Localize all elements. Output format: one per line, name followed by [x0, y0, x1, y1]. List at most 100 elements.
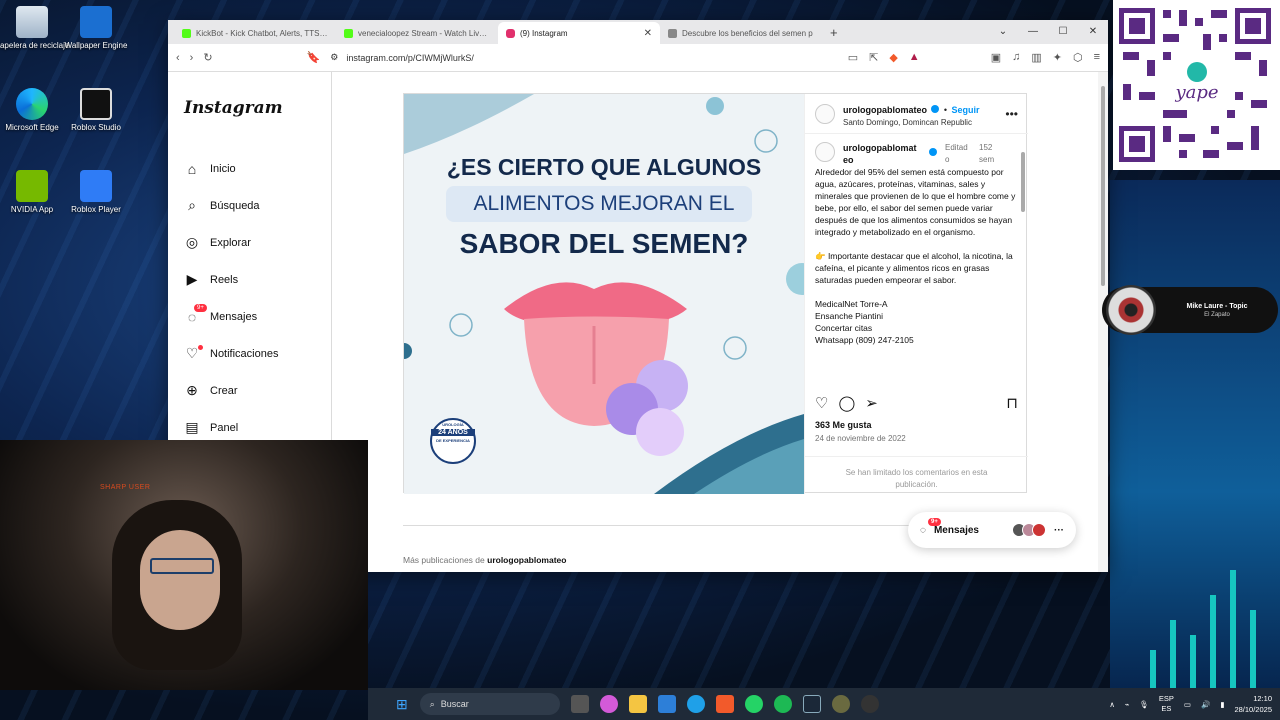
- webcam-overlay-text: SHARP USER: [100, 484, 151, 491]
- reload-icon[interactable]: ↻: [203, 51, 212, 64]
- edited-label: Editad o: [945, 143, 968, 164]
- share-icon[interactable]: ⇱: [869, 51, 878, 64]
- language-indicator[interactable]: ESP ES: [1159, 694, 1174, 714]
- steam-icon[interactable]: [802, 695, 821, 713]
- track-title: Mike Laure - Topic: [1186, 302, 1248, 310]
- brave-shield-icon[interactable]: ◆: [889, 51, 897, 64]
- home-icon: ⌂: [187, 160, 197, 177]
- mic-icon[interactable]: 🎙: [1139, 700, 1149, 709]
- vpn-icon[interactable]: ⬡: [1073, 51, 1083, 64]
- bookmark-icon[interactable]: 🔖: [307, 51, 321, 64]
- more-icon[interactable]: ···: [1054, 525, 1064, 536]
- cast-icon[interactable]: ▭: [848, 51, 858, 64]
- new-tab-button[interactable]: +: [822, 25, 846, 44]
- whatsapp-icon[interactable]: [744, 695, 763, 713]
- extensions-icon[interactable]: ✦: [1053, 51, 1062, 64]
- nav-busqueda[interactable]: ⌕ Búsqueda: [168, 187, 331, 224]
- rewards-icon[interactable]: ▲: [909, 51, 920, 64]
- post-image[interactable]: ¿ES CIERTO QUE ALGUNOS ALIMENTOS MEJORAN…: [404, 94, 804, 494]
- chevron-down-icon[interactable]: ⌄: [988, 20, 1018, 44]
- post-title-line-1: ¿ES CIERTO QUE ALGUNOS: [446, 154, 762, 180]
- file-explorer-icon[interactable]: [628, 695, 647, 713]
- like-count[interactable]: 363 Me gusta: [815, 420, 872, 430]
- nav-explorar[interactable]: ◎ Explorar: [168, 224, 331, 261]
- window-controls: ⌄ — ☐ ✕: [988, 20, 1108, 44]
- chart-icon: ▤: [185, 419, 199, 435]
- site-info-icon[interactable]: ⚙: [330, 52, 338, 63]
- nav-inicio[interactable]: ⌂ Inicio: [168, 150, 331, 187]
- sidebar-icon[interactable]: ▥: [1031, 51, 1041, 64]
- network-icon[interactable]: ⌁: [1125, 700, 1130, 709]
- tab-kickbot[interactable]: KickBot - Kick Chatbot, Alerts, TTS, O: [174, 22, 336, 44]
- caption-line: Whatsapp (809) 247-2105: [815, 335, 914, 345]
- volume-icon[interactable]: 🔊: [1201, 700, 1210, 709]
- music-icon[interactable]: ♫: [1012, 51, 1020, 64]
- caption-author[interactable]: urologopablomat eo: [843, 142, 921, 166]
- reels-icon: ▶: [186, 271, 198, 287]
- caption-line: Concertar citas: [815, 323, 873, 333]
- task-view-icon[interactable]: [570, 695, 589, 713]
- app-icon[interactable]: [860, 695, 879, 713]
- comment-icon[interactable]: ◯: [838, 394, 855, 412]
- display-icon[interactable]: ▭: [1184, 700, 1191, 709]
- spotify-icon[interactable]: [773, 695, 792, 713]
- messages-pill[interactable]: ◌ 9+ Mensajes ···: [908, 512, 1076, 548]
- post-header: urologopablomateo • Seguir Santo Domingo…: [805, 94, 1028, 134]
- taskbar: ⊞ ⌕ Buscar ∧ ⌁ 🎙 ESP ES ▭ 🔊 ▮ 12:10 28/10/2…: [368, 688, 1280, 720]
- minimize-button[interactable]: —: [1018, 20, 1048, 44]
- edge-icon[interactable]: [686, 695, 705, 713]
- desktop-icon-wallpaper-engine[interactable]: Wallpaper Engine: [56, 6, 136, 51]
- notification-dot: [198, 345, 203, 350]
- follow-button[interactable]: Seguir: [952, 105, 980, 115]
- close-button[interactable]: ✕: [1078, 20, 1108, 44]
- nav-notificaciones[interactable]: ♡ Notificaciones: [168, 335, 331, 372]
- tab-descubre[interactable]: Descubre los beneficios del semen p: [660, 22, 822, 44]
- track-subtitle: El Zapato: [1204, 311, 1230, 318]
- back-icon[interactable]: ‹: [176, 52, 180, 64]
- post-age: 152 sem: [979, 143, 995, 164]
- instagram-logo[interactable]: Instagram: [168, 72, 331, 150]
- maximize-button[interactable]: ☐: [1048, 20, 1078, 44]
- caption-paragraph: 👉 Importante destacar que el alcohol, la…: [815, 251, 1013, 285]
- like-icon[interactable]: ♡: [815, 394, 828, 412]
- caption-scrollbar[interactable]: [1020, 142, 1026, 382]
- author-username[interactable]: urologopablomateo: [843, 105, 927, 115]
- yape-logo: yape: [1174, 82, 1218, 103]
- more-publications-user[interactable]: urologopablomateo: [487, 555, 566, 565]
- caption-line: Ensanche Piantini: [815, 311, 884, 321]
- messages-badge: 9+: [194, 304, 207, 312]
- taskbar-search[interactable]: ⌕ Buscar: [419, 693, 560, 715]
- copilot-icon[interactable]: [599, 695, 618, 713]
- forward-icon[interactable]: ›: [190, 52, 194, 64]
- store-icon[interactable]: [657, 695, 676, 713]
- chat-avatar: [1032, 523, 1046, 537]
- desktop-icon-roblox-player[interactable]: Roblox Player: [56, 170, 136, 215]
- tab-kick-stream[interactable]: venecialoopez Stream - Watch Live o: [336, 22, 498, 44]
- nav-mensajes[interactable]: ◌ 9+ Mensajes: [168, 298, 331, 335]
- app-icon[interactable]: [831, 695, 850, 713]
- post-title-line-2: ALIMENTOS MEJORAN EL: [473, 192, 735, 215]
- brave-icon[interactable]: [715, 695, 734, 713]
- chevron-up-icon[interactable]: ∧: [1109, 700, 1115, 709]
- share-icon[interactable]: ➢: [865, 394, 878, 412]
- kick-icon: [182, 28, 191, 38]
- post-sidebar: urologopablomateo • Seguir Santo Domingo…: [804, 94, 1028, 494]
- tab-strip: KickBot - Kick Chatbot, Alerts, TTS, O v…: [168, 20, 1108, 44]
- nav-reels[interactable]: ▶ Reels: [168, 261, 331, 298]
- post-location[interactable]: Santo Domingo, Domincan Republic: [843, 118, 980, 127]
- nav-crear[interactable]: ⊕ Crear: [168, 372, 331, 409]
- battery-icon[interactable]: ▮: [1220, 700, 1224, 709]
- desktop-icon-roblox-studio[interactable]: Roblox Studio: [56, 88, 136, 133]
- clock[interactable]: 12:10 28/10/2025: [1234, 693, 1272, 715]
- address-bar[interactable]: ⚙ instagram.com/p/CIWMjWlurkS/: [330, 48, 837, 68]
- album-art: [1106, 285, 1156, 335]
- tab-instagram[interactable]: (9) Instagram ✕: [498, 22, 660, 44]
- close-tab-icon[interactable]: ✕: [644, 28, 652, 39]
- wallet-icon[interactable]: ▣: [991, 51, 1001, 64]
- save-icon[interactable]: ⊓: [1006, 394, 1018, 412]
- menu-icon[interactable]: ≡: [1094, 51, 1100, 64]
- windows-start-icon[interactable]: ⊞: [396, 696, 408, 713]
- more-options-icon[interactable]: •••: [1005, 107, 1018, 121]
- avatar[interactable]: [815, 103, 835, 124]
- caption-avatar[interactable]: [815, 142, 835, 162]
